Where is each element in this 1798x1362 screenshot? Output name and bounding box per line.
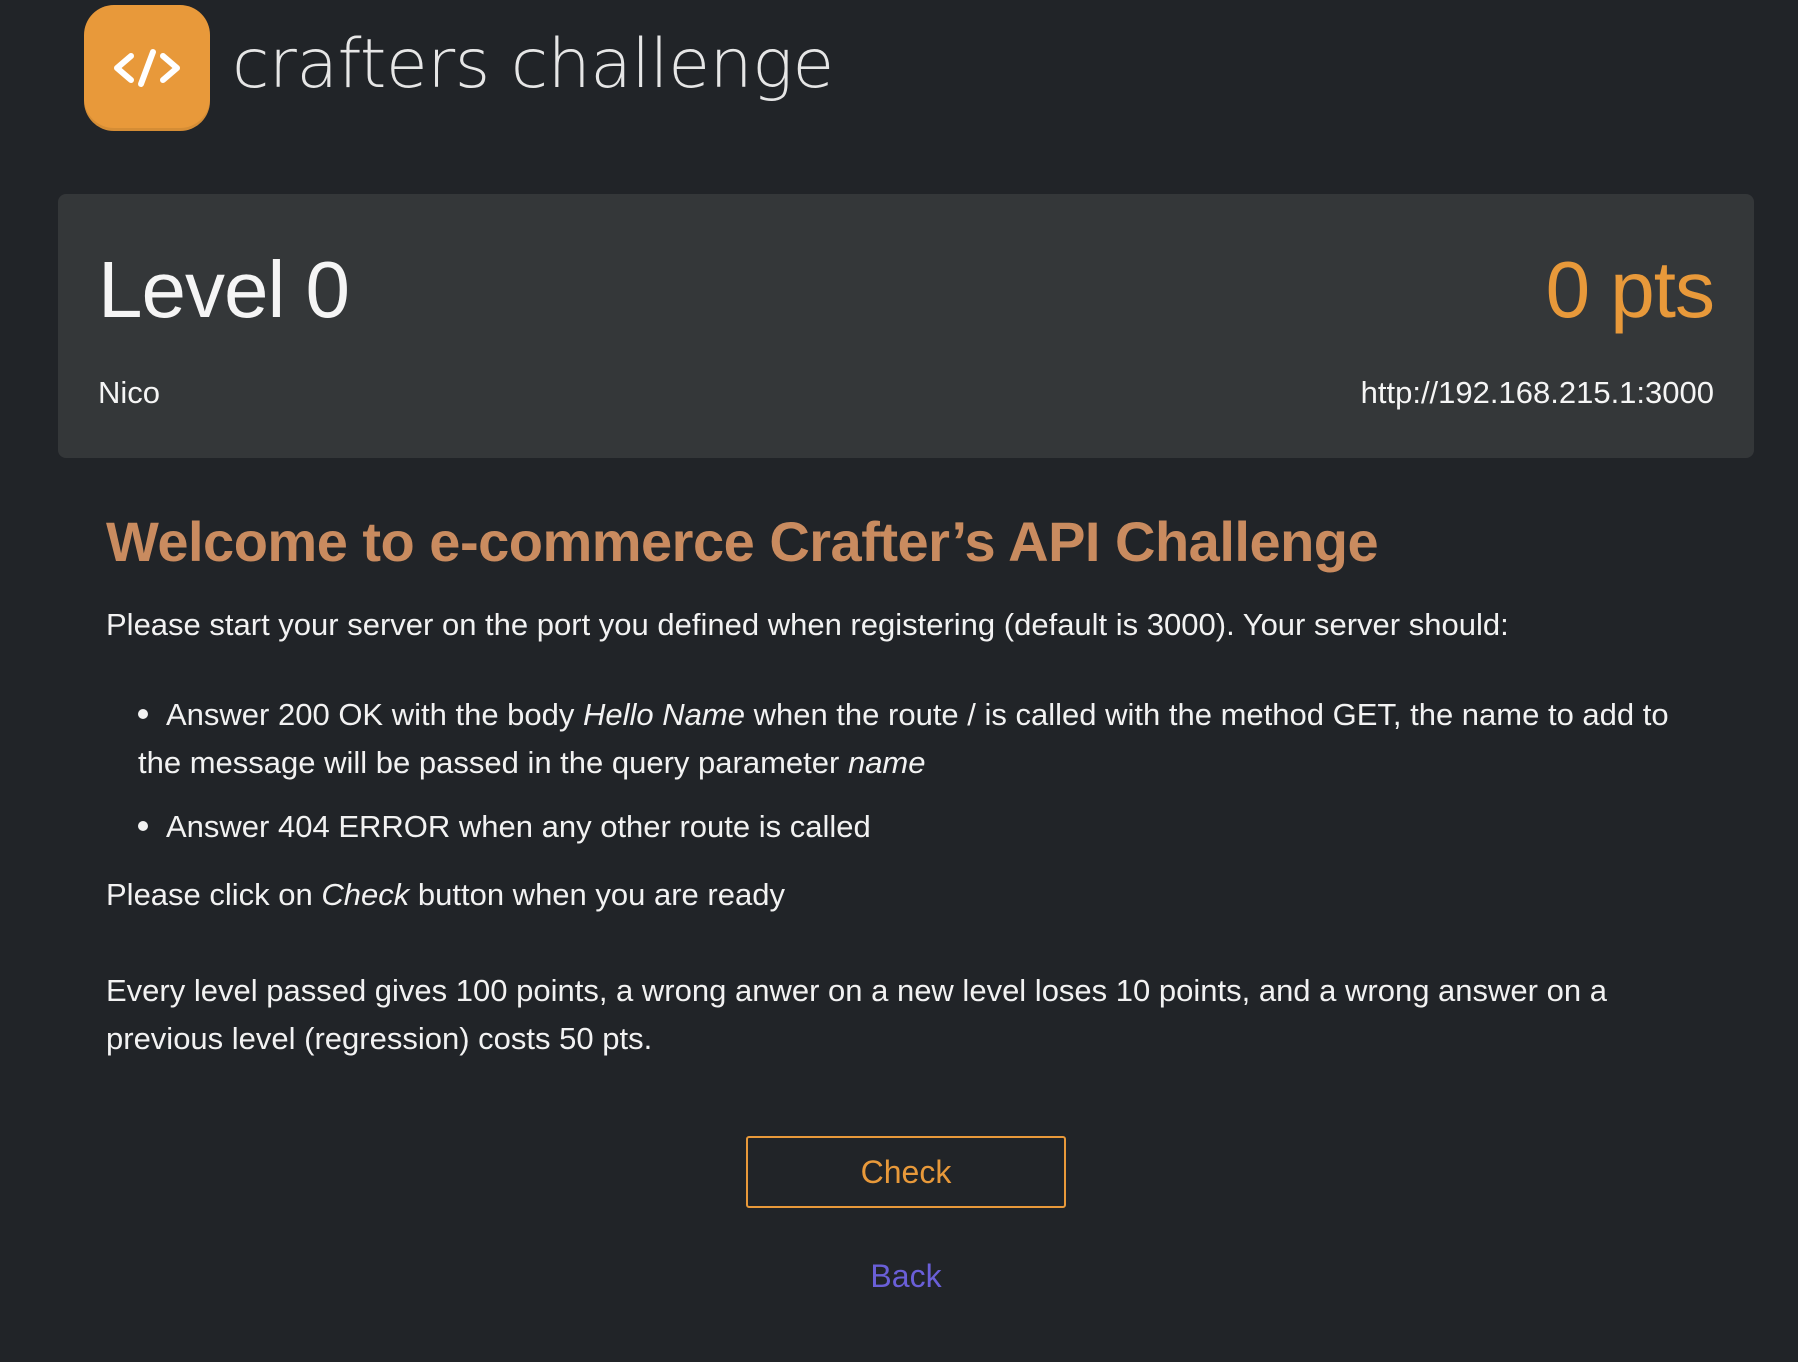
back-link[interactable]: Back xyxy=(746,1258,1066,1295)
logo[interactable] xyxy=(84,5,210,131)
bullet-icon xyxy=(138,709,148,719)
points-rules: Every level passed gives 100 points, a w… xyxy=(106,973,1607,1057)
bullet-icon xyxy=(138,821,148,831)
level-card: Level 0 0 pts Nico http://192.168.215.1:… xyxy=(58,194,1754,458)
brand-name: crafters challenge xyxy=(232,25,834,104)
level-title: Level 0 xyxy=(98,245,350,334)
requirements-list: Answer 200 OK with the body Hello Name w… xyxy=(106,691,1706,851)
ready-text: Please click on Check button when you ar… xyxy=(106,871,1706,919)
list-item: Answer 200 OK with the body Hello Name w… xyxy=(138,691,1706,787)
ready-suffix: button when you are ready xyxy=(409,877,785,913)
ready-prefix: Please click on xyxy=(106,877,322,913)
req-text: Answer 404 ERROR when any other route is… xyxy=(166,809,871,845)
check-button[interactable]: Check xyxy=(746,1136,1066,1208)
page-title: Welcome to e-commerce Crafter’s API Chal… xyxy=(106,510,1379,573)
challenge-instructions: Welcome to e-commerce Crafter’s API Chal… xyxy=(106,508,1706,1063)
points-score: 0 pts xyxy=(1545,245,1715,334)
req-text: Answer 200 OK with the body xyxy=(166,697,584,733)
req-emphasis: Hello Name xyxy=(583,697,745,733)
server-url: http://192.168.215.1:3000 xyxy=(1360,375,1714,410)
req-emphasis: name xyxy=(847,745,926,781)
code-brackets-icon xyxy=(114,49,180,87)
intro-text: Please start your server on the port you… xyxy=(106,607,1509,643)
list-item: Answer 404 ERROR when any other route is… xyxy=(138,803,1706,851)
ready-emphasis: Check xyxy=(321,877,410,913)
app-header: crafters challenge xyxy=(84,4,834,132)
player-name: Nico xyxy=(98,375,161,410)
